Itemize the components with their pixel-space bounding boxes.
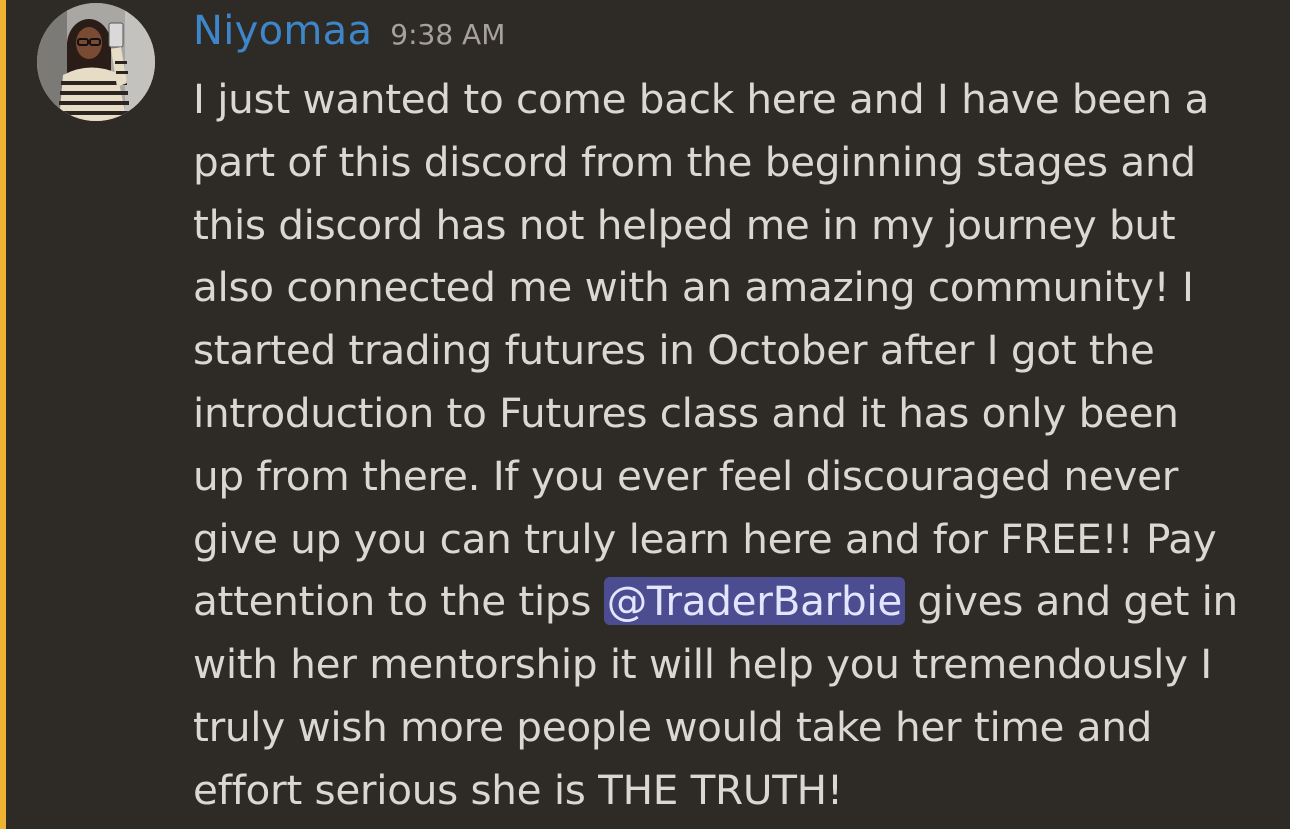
user-avatar-photo-icon [37, 3, 155, 121]
message-content: I just wanted to come back here and I ha… [193, 68, 1273, 822]
message-line: up from there. If you ever feel discoura… [193, 451, 1179, 500]
message-line: part of this discord from the beginning … [193, 137, 1196, 186]
message-header: Niyomaa 9:38 AM [193, 8, 505, 68]
message-line: introduction to Futures class and it has… [193, 388, 1179, 437]
mention-line-before: attention to the tips [193, 577, 604, 626]
message-line: effort serious she is THE TRUTH! [193, 765, 843, 814]
timestamp: 9:38 AM [390, 18, 506, 51]
message-line: give up you can truly learn here and for… [193, 514, 1217, 563]
message-line: started trading futures in October after… [193, 326, 1155, 375]
user-mention[interactable]: @TraderBarbie [603, 577, 905, 626]
message-line: truly wish more people would take her ti… [193, 702, 1153, 751]
message-line-with-mention: attention to the tips @TraderBarbie give… [193, 570, 1273, 633]
message-line: this discord has not helped me in my jou… [193, 200, 1176, 249]
message-line: I just wanted to come back here and I ha… [193, 75, 1209, 123]
message-line: also connected me with an amazing commun… [193, 263, 1194, 312]
message-line: with her mentorship it will help you tre… [193, 640, 1212, 689]
username[interactable]: Niyomaa [193, 8, 372, 54]
chat-message: Niyomaa 9:38 AM I just wanted to come bac… [0, 0, 1290, 829]
avatar[interactable] [37, 3, 155, 121]
mention-line-after: gives and get in [904, 577, 1239, 626]
